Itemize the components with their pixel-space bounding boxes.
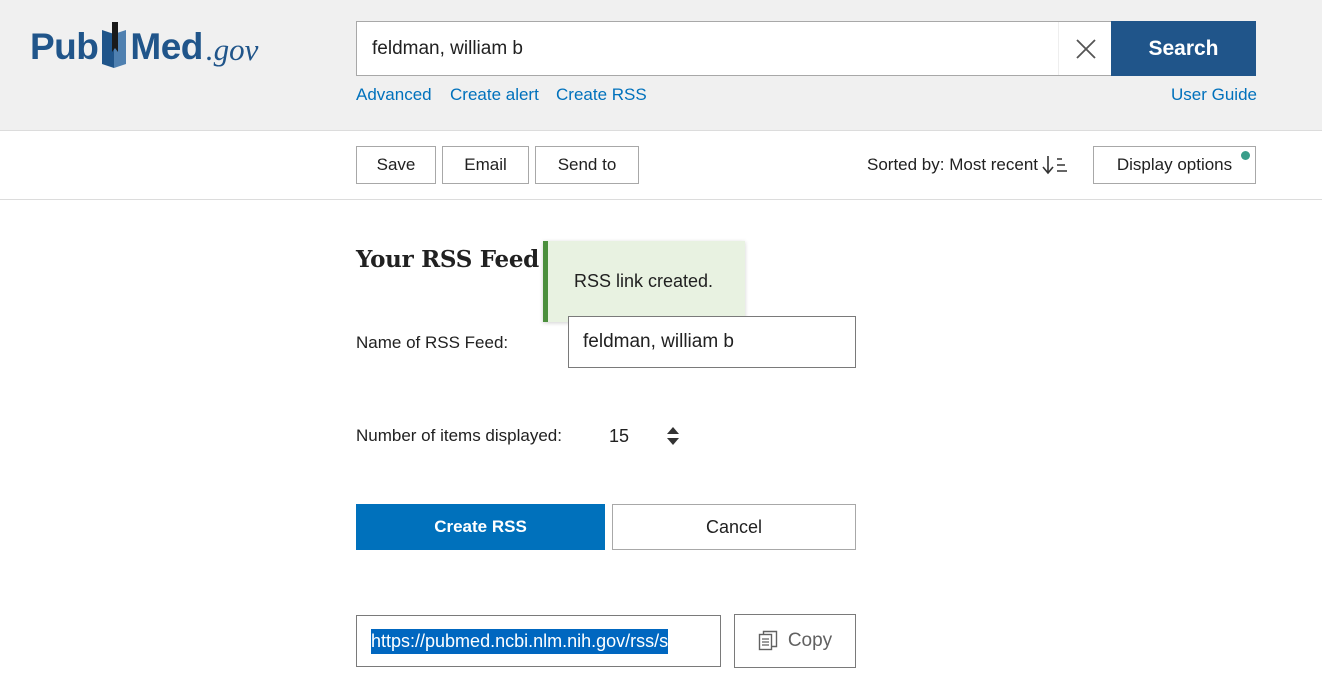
display-options-label: Display options <box>1116 155 1233 174</box>
create-rss-link[interactable]: Create RSS <box>556 85 647 105</box>
results-toolbar: Save Email Send to Sorted by: Most recen… <box>0 131 1322 200</box>
site-header: Pub Med .gov Search Advanced Create aler… <box>0 0 1322 131</box>
items-count-label: Number of items displayed: <box>356 426 562 445</box>
search-input[interactable] <box>357 22 1058 75</box>
toast-message: RSS link created. <box>574 271 714 291</box>
logo-pub-text: Pub <box>30 26 99 67</box>
items-count-select[interactable]: 15 <box>609 423 681 449</box>
advanced-link[interactable]: Advanced <box>356 85 432 105</box>
rss-panel-title: Your RSS Feed <box>356 246 539 273</box>
rss-url-text: https://pubmed.ncbi.nlm.nih.gov/rss/s <box>371 628 669 654</box>
user-guide-link[interactable]: User Guide <box>1171 85 1257 105</box>
create-alert-link[interactable]: Create alert <box>450 85 539 105</box>
rss-created-toast: RSS link created. <box>543 241 745 322</box>
sort-label: Sorted by: Most recent <box>867 155 1039 174</box>
pubmed-logo[interactable]: Pub Med .gov <box>30 14 258 80</box>
logo-gov-text: .gov <box>205 32 259 67</box>
select-arrows-icon <box>667 427 679 445</box>
rss-name-label: Name of RSS Feed: <box>356 333 509 352</box>
copy-label: Copy <box>787 630 833 651</box>
close-icon <box>1075 38 1096 59</box>
book-icon <box>102 22 127 68</box>
sort-control[interactable]: Sorted by: Most recent <box>867 155 1068 175</box>
email-button[interactable]: Email <box>442 146 529 184</box>
logo-med-text: Med <box>130 26 203 67</box>
sort-descending-icon <box>1042 156 1068 175</box>
create-rss-button[interactable]: Create RSS <box>356 504 605 550</box>
search-box <box>356 21 1112 76</box>
save-button[interactable]: Save <box>356 146 436 184</box>
copy-button[interactable]: Copy <box>734 614 856 668</box>
rss-name-input[interactable] <box>568 316 856 368</box>
display-options-button[interactable]: Display options <box>1093 146 1256 184</box>
cancel-button[interactable]: Cancel <box>612 504 856 550</box>
items-count-value: 15 <box>609 425 630 446</box>
display-options-indicator <box>1241 151 1250 160</box>
copy-icon <box>758 630 778 651</box>
rss-url-field[interactable]: https://pubmed.ncbi.nlm.nih.gov/rss/s <box>356 615 721 667</box>
clear-search-button[interactable] <box>1058 22 1112 75</box>
search-button[interactable]: Search <box>1111 21 1256 76</box>
send-to-button[interactable]: Send to <box>535 146 639 184</box>
